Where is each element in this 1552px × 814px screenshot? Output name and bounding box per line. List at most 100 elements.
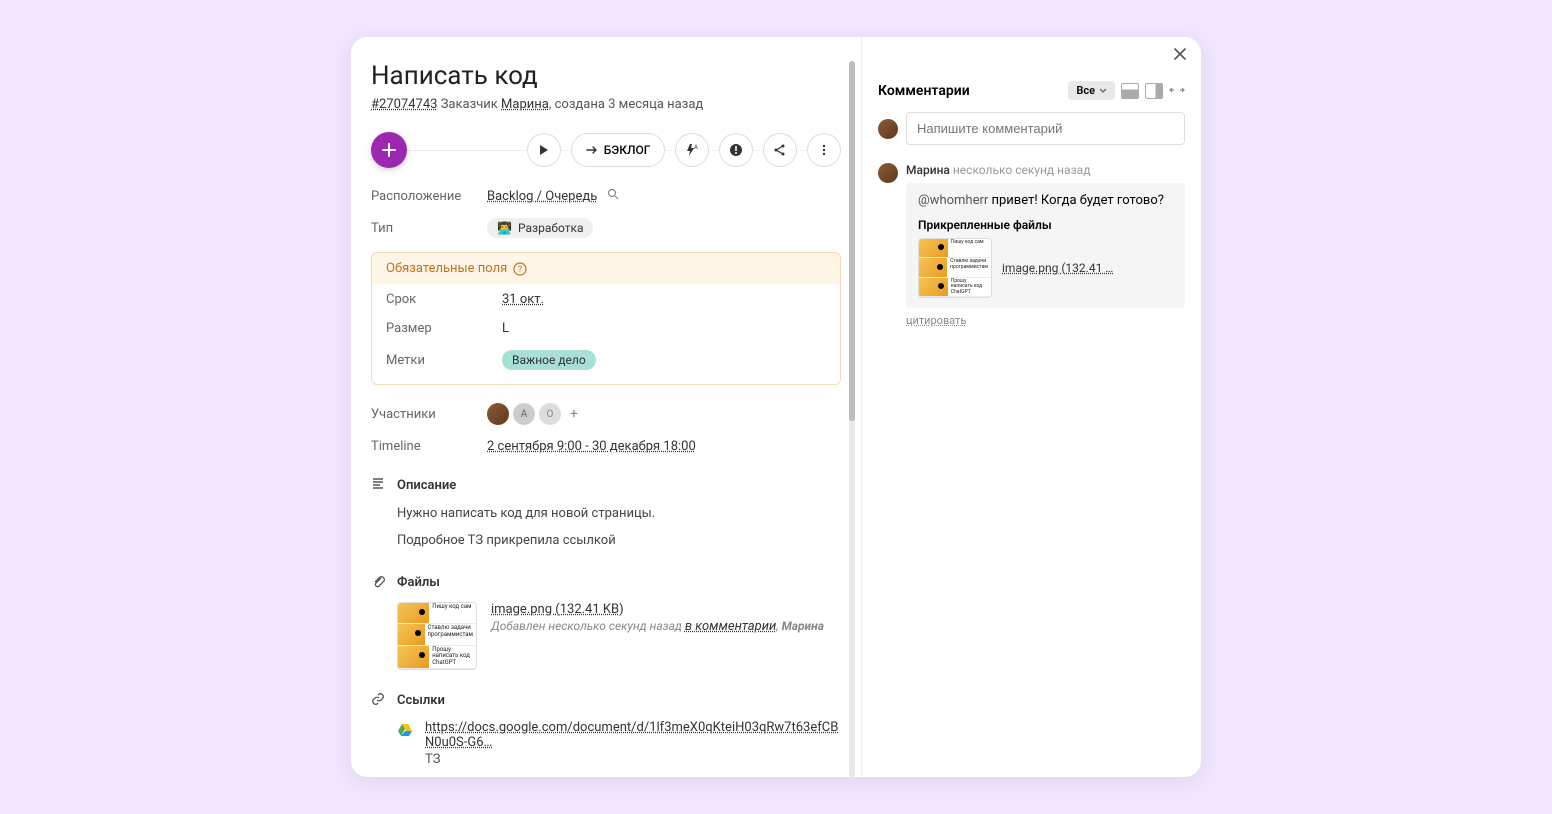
arrow-right-icon [586, 144, 598, 156]
comment-attachments-header: Прикрепленные файлы [918, 218, 1173, 232]
priority-button[interactable] [719, 133, 753, 167]
comment-attachment: Пишу код сам Ставлю задачи программистам… [918, 238, 1173, 298]
exclamation-circle-icon [729, 143, 743, 157]
task-title: Написать код [371, 61, 841, 91]
plus-icon [382, 143, 396, 157]
deadline-value[interactable]: 31 окт. [502, 292, 544, 307]
required-fields-title: Обязательные поля [386, 261, 507, 276]
comment-input-row [878, 112, 1185, 145]
comments-title: Комментарии [878, 83, 970, 99]
add-button[interactable] [371, 132, 407, 168]
file-where-link[interactable]: в комментарии [685, 619, 776, 634]
required-fields-header: Обязательные поля ? [372, 253, 840, 284]
avatar [878, 163, 898, 183]
description-title: Описание [397, 478, 456, 493]
quote-button[interactable]: цитировать [906, 314, 966, 327]
tags-row: Метки Важное дело [372, 346, 840, 374]
file-attachment: Пишу код сам Ставлю задачи программистам… [397, 602, 841, 670]
comments-header: Комментарии Все [878, 81, 1185, 100]
attachment-icon [371, 574, 387, 592]
comments-filter[interactable]: Все [1068, 81, 1115, 100]
comment-text: @whomherr привет! Когда будет готово? [918, 193, 1173, 208]
type-chip[interactable]: 👨‍💻 Разработка [487, 218, 593, 238]
comment-author[interactable]: Марина [906, 163, 950, 177]
backlog-button-label: БЭКЛОГ [604, 143, 651, 157]
comment-time: несколько секунд назад [953, 163, 1091, 177]
file-author: Марина [782, 619, 824, 633]
avatar[interactable]: А [513, 403, 535, 425]
external-url[interactable]: https://docs.google.com/document/d/1lf3m… [425, 720, 838, 750]
more-vertical-icon [817, 143, 831, 157]
location-search-icon[interactable] [607, 189, 619, 203]
size-label: Размер [386, 321, 502, 336]
add-participant-button[interactable]: + [565, 405, 583, 423]
automation-button[interactable]: A [675, 133, 709, 167]
type-row: Тип 👨‍💻 Разработка [371, 218, 841, 238]
dev-icon: 👨‍💻 [497, 221, 512, 235]
close-icon [1173, 47, 1187, 61]
play-button[interactable] [527, 133, 561, 167]
location-label: Расположение [371, 189, 487, 204]
scrollbar-thumb[interactable] [849, 61, 855, 421]
file-name-link[interactable]: image.png (132.41 KB) [491, 602, 624, 617]
task-toolbar: БЭКЛОГ A [371, 132, 841, 168]
chevron-down-icon [1099, 87, 1107, 95]
file-meta-text: Добавлен несколько секунд назад в коммен… [491, 619, 824, 634]
files-header: Файлы [371, 574, 841, 592]
file-thumbnail[interactable]: Пишу код сам Ставлю задачи программистам… [918, 238, 992, 298]
svg-text:?: ? [518, 265, 522, 275]
customer-link[interactable]: Марина [501, 97, 549, 112]
files-title: Файлы [397, 575, 440, 590]
deadline-label: Срок [386, 292, 502, 307]
backlog-button[interactable]: БЭКЛОГ [571, 133, 666, 167]
thumb-text: Прошу написать код ChatGPT [429, 646, 476, 668]
size-value[interactable]: L [502, 321, 509, 336]
play-icon [539, 145, 549, 155]
file-thumbnail[interactable]: Пишу код сам Ставлю задачи программистам… [397, 602, 477, 670]
link-icon [371, 692, 387, 710]
required-fields-box: Обязательные поля ? Срок 31 окт. Размер … [371, 252, 841, 385]
link-label: ТЗ [425, 752, 841, 767]
share-button[interactable] [763, 133, 797, 167]
comment-item: Марина несколько секунд назад @whomherr … [878, 163, 1185, 328]
comment-input[interactable] [906, 112, 1185, 145]
description-line: Нужно написать код для новой страницы. [397, 504, 841, 525]
avatar[interactable] [487, 403, 509, 425]
comment-mention[interactable]: @whomherr [918, 193, 988, 208]
avatar[interactable]: О [539, 403, 561, 425]
tag-chip[interactable]: Важное дело [502, 350, 596, 370]
size-row: Размер L [372, 317, 840, 340]
thumb-text: Ставлю задачи программистам [425, 624, 476, 645]
comments-panel: Комментарии Все Марина [861, 37, 1201, 777]
text-icon [371, 476, 387, 494]
timeline-label: Timeline [371, 439, 487, 454]
comments-filter-label: Все [1076, 84, 1095, 97]
created-text: , создана 3 месяца назад [549, 97, 703, 112]
comment-attachment-link[interactable]: image.png (132.41 … [1002, 261, 1113, 275]
layout-toggle-2[interactable] [1145, 83, 1163, 99]
external-link-row: https://docs.google.com/document/d/1lf3m… [397, 720, 841, 767]
customer-label-text: Заказчик [441, 97, 498, 112]
type-chip-label: Разработка [518, 221, 584, 235]
layout-toggle-1[interactable] [1121, 83, 1139, 99]
more-button[interactable] [807, 133, 841, 167]
main-panel: Написать код #27074743 Заказчик Марина, … [351, 37, 861, 777]
timeline-row: Timeline 2 сентября 9:00 - 30 декабря 18… [371, 439, 841, 454]
task-subtitle: #27074743 Заказчик Марина, создана 3 мес… [371, 97, 841, 112]
tag-chip-label: Важное дело [512, 353, 586, 367]
help-circle-icon[interactable]: ? [513, 262, 527, 276]
timeline-value[interactable]: 2 сентября 9:00 - 30 декабря 18:00 [487, 439, 696, 454]
links-title: Ссылки [397, 693, 445, 708]
comment-bubble: @whomherr привет! Когда будет готово? Пр… [906, 183, 1185, 308]
location-value[interactable]: Backlog / Очередь [487, 189, 597, 204]
close-button[interactable] [1173, 47, 1187, 65]
description-line: Подробное ТЗ прикрепила ссылкой [397, 531, 841, 552]
expand-icon[interactable] [1169, 83, 1185, 99]
thumb-text: Пишу код сам [429, 603, 476, 624]
type-label: Тип [371, 221, 487, 236]
main-scrollbar[interactable] [849, 61, 855, 777]
gdrive-icon [397, 722, 413, 738]
participants-row: Участники А О + [371, 403, 841, 425]
comment-head: Марина несколько секунд назад [906, 163, 1185, 177]
task-id-link[interactable]: #27074743 [371, 97, 437, 112]
